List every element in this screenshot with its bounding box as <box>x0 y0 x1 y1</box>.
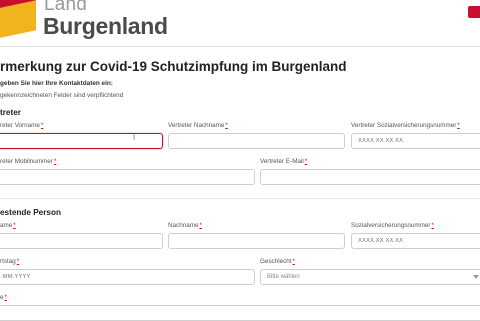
chevron-down-icon <box>473 275 479 279</box>
section-title-representative: treter <box>0 108 21 117</box>
person-birthdate-label: rtstag* <box>0 258 20 265</box>
person-ssn-input[interactable] <box>351 233 480 249</box>
person-next-label: e* <box>0 294 7 301</box>
rep-mobile-label: reter Mobilnummer* <box>0 158 57 165</box>
rep-last-name-input[interactable] <box>168 133 345 149</box>
person-gender-label: Geschlecht* <box>260 258 295 265</box>
required-fields-note: gekennzeichneten Felder sind verpflichte… <box>0 92 124 99</box>
header-divider <box>0 46 480 47</box>
rep-ssn-input[interactable] <box>351 133 480 149</box>
person-birthdate-input[interactable] <box>0 269 255 285</box>
burgenland-flag-logo[interactable] <box>0 0 36 38</box>
person-ssn-label: Sozialversicherungsnummer* <box>351 222 434 229</box>
person-first-name-label: ame* <box>0 222 16 229</box>
rep-last-name-label: Vertreter Nachname* <box>168 122 228 129</box>
person-next-input[interactable] <box>0 305 480 321</box>
intro-text: geben Sie hier Ihre Kontaktdaten ein: <box>0 80 113 87</box>
section-title-person: estende Person <box>0 208 61 217</box>
person-last-name-label: Nachname* <box>168 222 202 229</box>
person-first-name-input[interactable] <box>0 233 163 249</box>
person-last-name-input[interactable] <box>168 233 345 249</box>
rep-first-name-input[interactable] <box>0 133 163 149</box>
site-header: Land Burgenland <box>0 0 480 44</box>
rep-mobile-input[interactable] <box>0 169 255 185</box>
rep-first-name-label: reter Vorname* <box>0 122 44 129</box>
rep-ssn-label: Vertreter Sozialversicherungsnummer* <box>351 122 460 129</box>
text-cursor-icon: I <box>133 133 136 142</box>
rep-email-input[interactable] <box>260 169 480 185</box>
gender-select-value: Bitte wählen <box>267 274 300 280</box>
form-title: rmerkung zur Covid-19 Schutzimpfung im B… <box>0 59 347 74</box>
person-gender-select[interactable]: Bitte wählen <box>260 269 480 285</box>
rep-email-label: Vertreter E-Mail* <box>260 158 308 165</box>
brand-main-text: Burgenland <box>43 13 168 39</box>
header-corner-button[interactable] <box>468 6 480 18</box>
section-divider <box>0 198 480 199</box>
